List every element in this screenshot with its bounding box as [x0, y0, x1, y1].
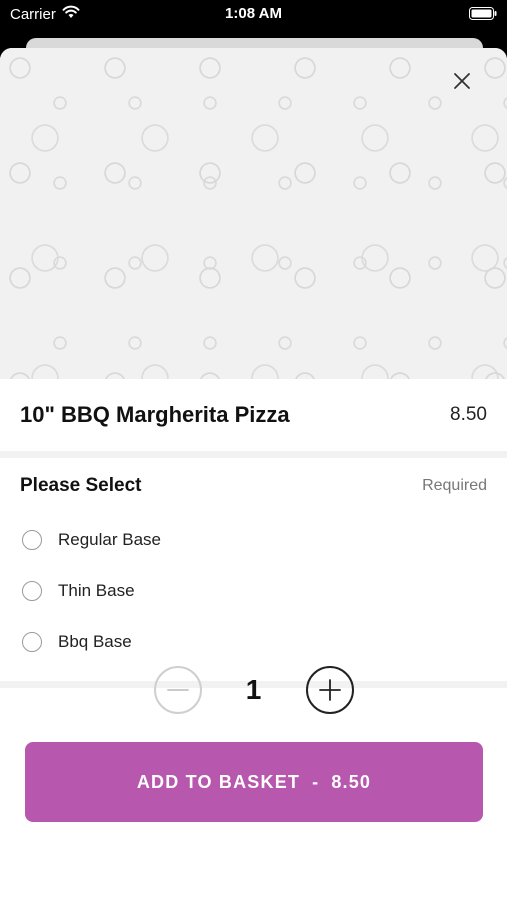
radio-button[interactable]: [22, 580, 42, 601]
quantity-value: 1: [245, 674, 262, 705]
add-button-label: ADD TO BASKET: [136, 771, 301, 792]
required-label: Required: [422, 477, 487, 494]
close-button[interactable]: [447, 66, 477, 96]
add-button-separator: -: [312, 771, 320, 792]
radio-button[interactable]: [22, 631, 42, 652]
section-header: Please Select Required: [20, 458, 487, 514]
product-header: 10" BBQ Margherita Pizza 8.50: [0, 379, 507, 451]
product-title: 10" BBQ Margherita Pizza: [20, 402, 290, 427]
radio-button[interactable]: [22, 529, 42, 550]
product-hero-image: [0, 48, 507, 379]
quantity-stepper: 1: [0, 666, 507, 714]
close-icon: [454, 73, 470, 89]
base-options-section: Please Select Required Regular Base Thin…: [0, 458, 507, 667]
increment-button[interactable]: [305, 666, 354, 714]
add-button-price: 8.50: [331, 771, 372, 792]
option-label: Thin Base: [58, 580, 135, 600]
decrement-button[interactable]: [153, 666, 202, 714]
divider: [0, 451, 507, 458]
product-price: 8.50: [450, 404, 487, 425]
option-bbq-base[interactable]: Bbq Base: [20, 616, 487, 667]
status-bar: Carrier 1:08 AM: [0, 0, 507, 30]
battery-icon: [469, 7, 497, 24]
option-thin-base[interactable]: Thin Base: [20, 565, 487, 616]
minus-icon: [166, 689, 189, 691]
option-label: Bbq Base: [58, 631, 132, 651]
plus-icon: [318, 679, 341, 701]
option-label: Regular Base: [58, 529, 162, 549]
status-time: 1:08 AM: [225, 5, 282, 22]
section-title: Please Select: [20, 475, 142, 496]
option-regular-base[interactable]: Regular Base: [20, 514, 487, 565]
add-to-basket-button[interactable]: ADD TO BASKET - 8.50: [25, 742, 483, 822]
